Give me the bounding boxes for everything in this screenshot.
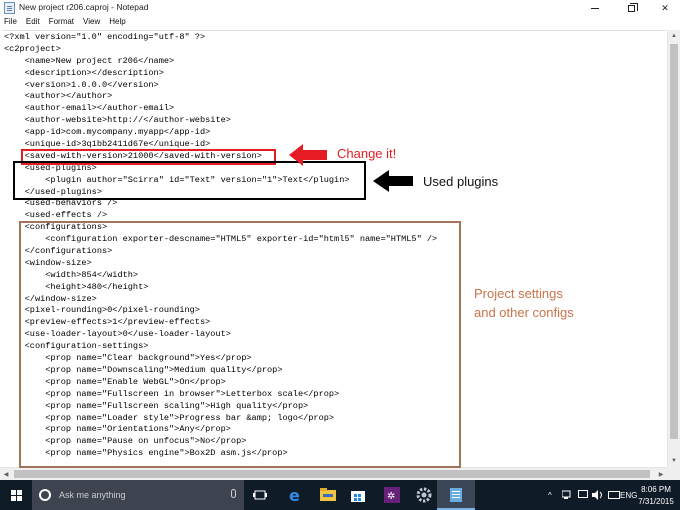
clock-time[interactable]: 8:06 PM <box>638 485 674 494</box>
project-settings-label: Project settings and other configs <box>474 284 654 322</box>
title-bar: New project r206.caproj - Notepad ✕ <box>0 0 680 16</box>
used-plugins-label: Used plugins <box>423 174 499 189</box>
clock-date[interactable]: 7/31/2015 <box>636 497 676 506</box>
horizontal-scrollbar[interactable]: ◀ ▶ <box>0 467 667 480</box>
chat-icon[interactable] <box>578 480 588 510</box>
scrollbar-corner <box>667 467 680 480</box>
change-it-label: Change it! <box>337 146 397 161</box>
menu-item-view[interactable]: View <box>83 16 100 29</box>
store-icon[interactable] <box>347 485 369 505</box>
horizontal-scroll-thumb[interactable] <box>14 470 650 478</box>
window-title: New project r206.caproj - Notepad <box>19 2 149 12</box>
task-view-icon[interactable] <box>249 485 271 505</box>
project-settings-label-line2: and other configs <box>474 305 574 320</box>
code-line: <c2project> <box>4 43 61 54</box>
menu-item-help[interactable]: Help <box>109 16 125 29</box>
code-line: <version>1.0.0.0</version> <box>4 79 159 90</box>
menu-bar: File Edit Format View Help <box>0 16 680 29</box>
notepad-icon <box>450 488 462 502</box>
scroll-down-icon[interactable]: ▼ <box>668 455 680 467</box>
code-line: <author></author> <box>4 91 113 102</box>
language-indicator[interactable]: ENG <box>620 480 637 510</box>
used-plugins-highlight-box <box>13 161 366 200</box>
vertical-scrollbar[interactable]: ▲ ▼ <box>667 30 680 467</box>
black-arrow-icon <box>373 170 413 192</box>
code-line: <description></description> <box>4 67 164 78</box>
code-line: <author-email></author-email> <box>4 103 175 114</box>
start-button[interactable] <box>0 480 32 510</box>
file-explorer-icon[interactable] <box>317 485 339 505</box>
volume-icon[interactable] <box>592 480 604 510</box>
menu-item-file[interactable]: File <box>4 16 17 29</box>
windows-logo-icon <box>10 489 22 501</box>
restore-button[interactable] <box>614 0 648 16</box>
close-icon: ✕ <box>661 2 669 13</box>
chevron-up-icon: ^ <box>548 490 552 500</box>
menu-item-edit[interactable]: Edit <box>26 16 40 29</box>
vertical-scroll-thumb[interactable] <box>670 44 678 439</box>
svg-text:e: e <box>289 487 300 503</box>
search-placeholder: Ask me anything <box>59 490 126 500</box>
cortana-search-box[interactable]: Ask me anything <box>32 480 244 510</box>
settings-icon[interactable] <box>413 485 435 505</box>
scroll-left-icon[interactable]: ◀ <box>0 468 12 480</box>
edge-icon[interactable]: e <box>285 485 307 505</box>
menu-item-format[interactable]: Format <box>49 16 74 29</box>
code-line: <name>New project r206</name> <box>4 55 175 66</box>
project-settings-label-line1: Project settings <box>474 286 563 301</box>
minimize-button[interactable] <box>578 0 612 16</box>
scroll-right-icon[interactable]: ▶ <box>655 468 667 480</box>
minimize-icon <box>591 7 599 9</box>
keyboard-icon[interactable] <box>608 480 620 510</box>
visual-studio-icon[interactable]: ✲ <box>381 485 403 505</box>
show-hidden-icons-button[interactable]: ^ <box>548 480 552 510</box>
svg-text:✲: ✲ <box>387 491 395 502</box>
red-arrow-icon <box>289 144 327 166</box>
notepad-taskbar-button[interactable] <box>437 480 475 510</box>
network-icon[interactable] <box>562 480 574 510</box>
project-settings-highlight-box <box>19 221 461 468</box>
code-line: <used-behaviors /> <box>4 198 118 209</box>
cortana-icon <box>39 489 51 501</box>
code-line: <author-website>http://</author-website> <box>4 115 231 126</box>
notepad-app-icon <box>4 2 15 14</box>
scroll-up-icon[interactable]: ▲ <box>668 30 680 42</box>
code-line: <app-id>com.mycompany.myapp</app-id> <box>4 127 211 138</box>
taskbar: Ask me anything e ✲ ^ ENG 8:06 PM 7/31/2… <box>0 480 680 510</box>
microphone-icon[interactable] <box>231 489 236 498</box>
close-button[interactable]: ✕ <box>648 0 680 16</box>
code-line: <?xml version="1.0" encoding="utf-8" ?> <box>4 32 206 42</box>
restore-icon <box>627 2 638 12</box>
